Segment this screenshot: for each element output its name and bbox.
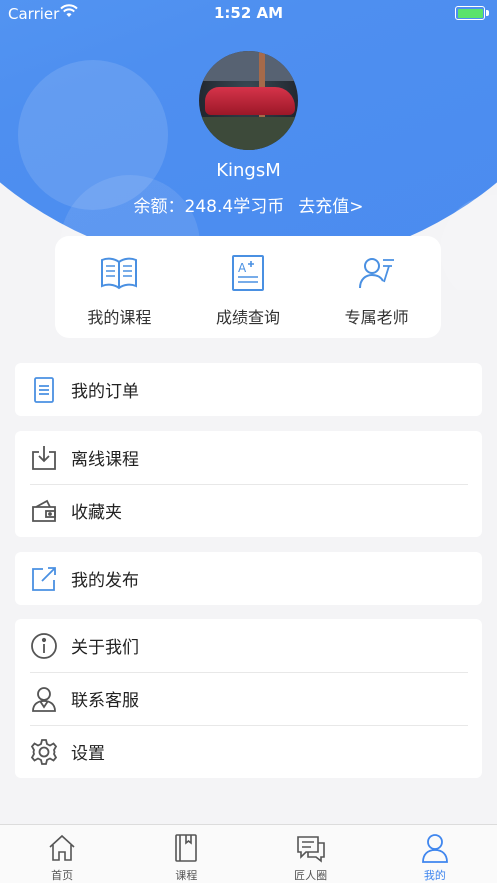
course-book-icon (175, 834, 198, 862)
menu-item-my-posts[interactable]: 我的发布 (15, 552, 482, 605)
tab-label: 匠人圈 (294, 869, 328, 882)
quick-action-my-courses[interactable]: 我的课程 (55, 236, 184, 338)
menu-item-contact-service[interactable]: 联系客服 (15, 672, 482, 725)
menu-item-label: 关于我们 (71, 638, 139, 658)
tab-craftsman-circle[interactable]: 匠人圈 (249, 825, 373, 883)
menu-item-label: 联系客服 (71, 691, 139, 711)
username: KingsM (216, 160, 281, 181)
menu-item-offline-courses[interactable]: 离线课程 (15, 431, 482, 484)
info-icon (30, 632, 58, 660)
order-list-icon (30, 376, 58, 404)
quick-action-label: 成绩查询 (216, 308, 281, 327)
balance-label: 余额：248.4学习币 (133, 197, 285, 217)
menu-item-settings[interactable]: 设置 (15, 725, 482, 778)
tab-courses[interactable]: 课程 (124, 825, 248, 883)
status-bar: Carrier 1:52 AM (0, 0, 497, 26)
menu-item-about-us[interactable]: 关于我们 (15, 619, 482, 672)
menu-item-label: 我的订单 (71, 382, 139, 402)
menu-item-label: 收藏夹 (71, 503, 122, 523)
home-icon (49, 834, 75, 861)
status-time: 1:52 AM (213, 4, 284, 22)
download-box-icon (30, 444, 58, 472)
quick-action-label: 我的课程 (87, 308, 152, 327)
menu-group-orders: 我的订单 (15, 363, 482, 416)
customer-service-icon (30, 685, 58, 713)
tab-bar: 首页 课程 匠人圈 我的 (0, 824, 497, 883)
chat-icon (296, 836, 325, 863)
menu-item-label: 离线课程 (71, 450, 139, 470)
quick-actions-card: 我的课程 A 成绩查询 专属老师 (55, 236, 441, 338)
avatar[interactable] (199, 51, 298, 150)
teacher-icon (358, 258, 394, 289)
menu-item-label: 我的发布 (71, 571, 139, 591)
menu-group-courses: 离线课程 收藏夹 (15, 431, 482, 537)
tab-label: 我的 (423, 869, 446, 882)
grade-doc-icon: A (232, 255, 264, 291)
book-icon (101, 257, 138, 290)
menu-item-favorites[interactable]: 收藏夹 (15, 484, 482, 537)
svg-text:A: A (238, 261, 247, 275)
tab-mine[interactable]: 我的 (373, 825, 497, 883)
tab-label: 课程 (175, 869, 198, 882)
balance-row: 余额：248.4学习币 去充值> (0, 192, 497, 217)
menu-group-posts: 我的发布 (15, 552, 482, 605)
quick-action-grade-query[interactable]: A 成绩查询 (184, 236, 313, 338)
recharge-link[interactable]: 去充值> (298, 197, 363, 217)
tab-home[interactable]: 首页 (0, 825, 124, 883)
menu-item-my-orders[interactable]: 我的订单 (15, 363, 482, 416)
person-icon (421, 834, 448, 863)
battery-icon (455, 6, 489, 20)
menu-group-misc: 关于我们 联系客服 设置 (15, 619, 482, 778)
menu-item-label: 设置 (71, 744, 105, 764)
gear-icon (30, 738, 58, 766)
external-edit-icon (30, 565, 58, 593)
tab-label: 首页 (51, 869, 74, 882)
quick-action-dedicated-teacher[interactable]: 专属老师 (312, 236, 441, 338)
wallet-icon (30, 497, 58, 525)
quick-action-label: 专属老师 (344, 308, 409, 327)
